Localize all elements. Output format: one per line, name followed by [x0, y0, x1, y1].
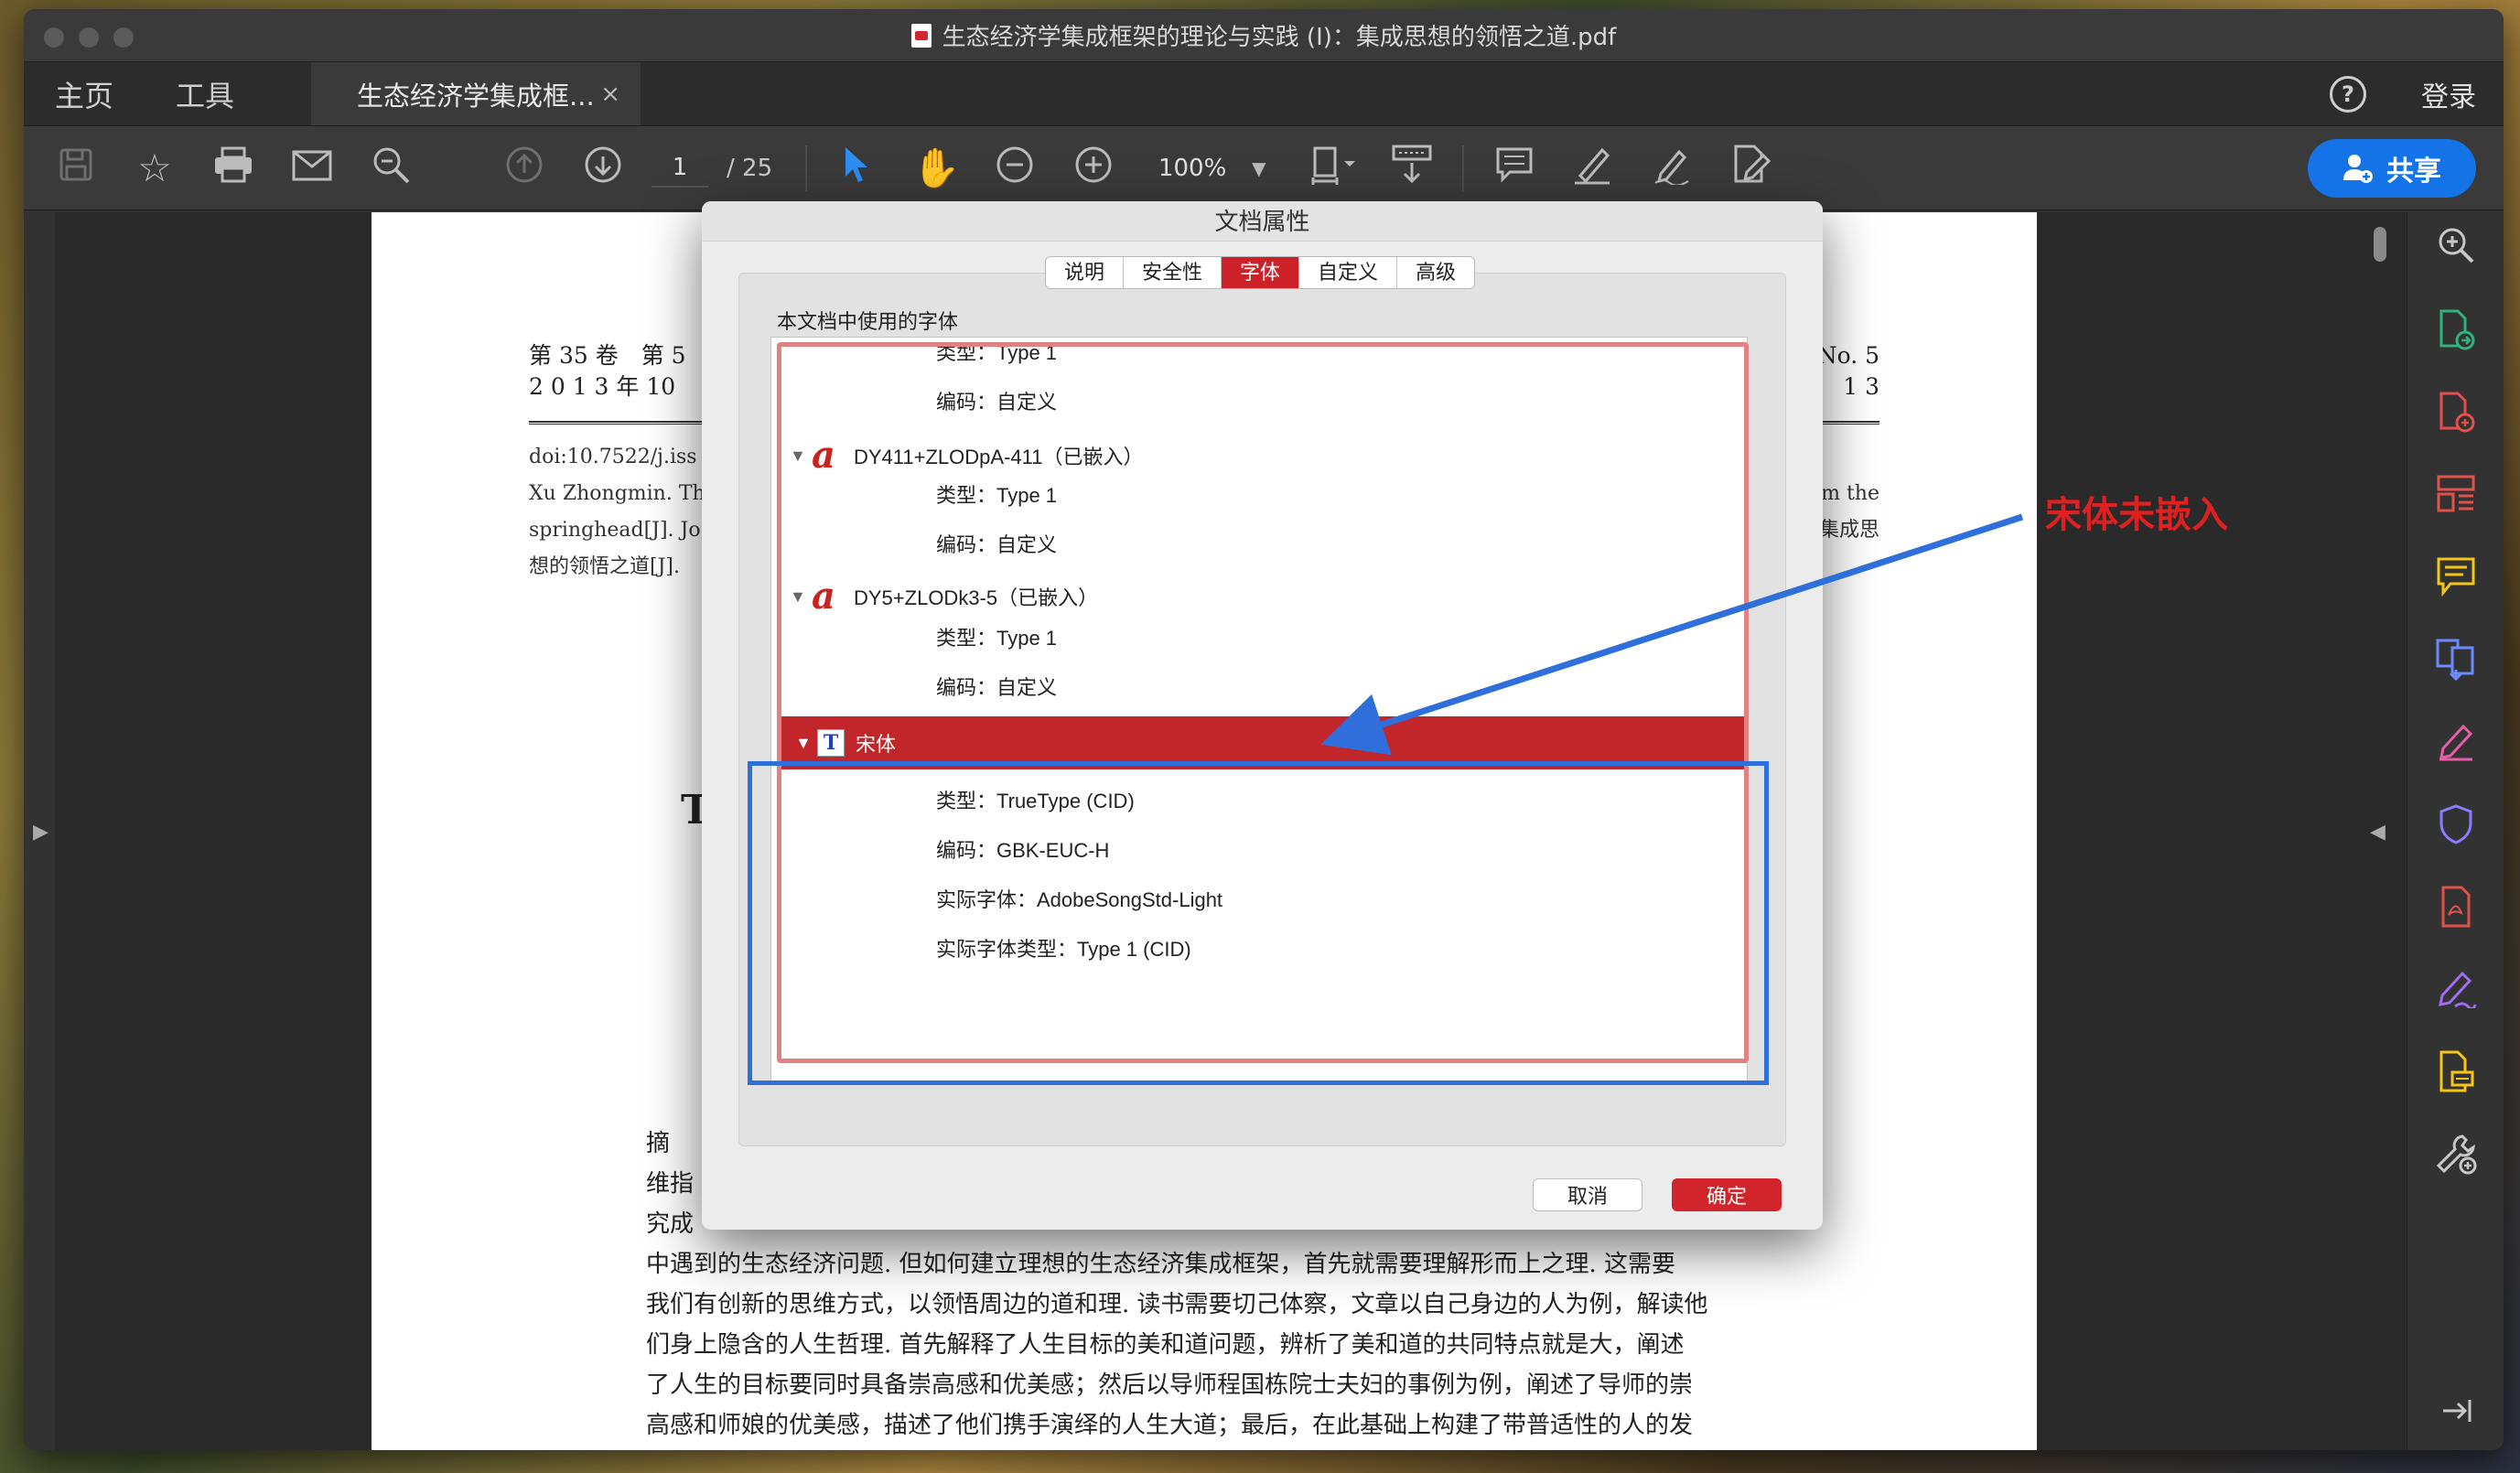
- comment-tool-icon[interactable]: [2435, 556, 2477, 598]
- window-controls: [44, 27, 134, 48]
- font-detail-row: 编码：GBK-EUC-H: [936, 839, 1110, 862]
- hand-tool-icon[interactable]: ✋: [897, 148, 975, 188]
- tab-fonts[interactable]: 字体: [1222, 257, 1300, 288]
- close-tab-icon[interactable]: ×: [600, 81, 620, 108]
- email-icon[interactable]: [273, 149, 351, 188]
- tab-bar-right: ? 登录: [2330, 62, 2476, 126]
- save-icon[interactable]: [37, 146, 115, 189]
- scroll-mode-icon[interactable]: [1373, 145, 1451, 191]
- font-name: DY411+ZLODpA-411（已嵌入）: [854, 446, 1144, 468]
- disclosure-triangle-icon[interactable]: ▼: [790, 446, 812, 466]
- font-list[interactable]: 类型：Type 1 编码：自定义 ▼ a DY411+ZLODpA-411（已嵌…: [770, 337, 1748, 1082]
- minimize-window-button[interactable]: [79, 27, 99, 48]
- left-panel-rail: ▶: [24, 212, 55, 1450]
- collapse-tools-icon[interactable]: [2435, 1392, 2477, 1435]
- zoom-out-icon[interactable]: [975, 145, 1054, 190]
- page-fit-icon[interactable]: [1294, 145, 1373, 191]
- collapse-right-panel-icon[interactable]: ◀: [2370, 821, 2385, 844]
- next-page-icon[interactable]: [564, 145, 642, 190]
- bookmark-star-icon[interactable]: ☆: [115, 148, 194, 188]
- zoom-window-button[interactable]: [113, 27, 134, 48]
- zoom-in-icon[interactable]: [1054, 145, 1133, 190]
- toolbar-divider: [1461, 145, 1464, 191]
- disclosure-triangle-icon[interactable]: ▼: [795, 734, 817, 753]
- previous-page-icon[interactable]: [485, 145, 564, 190]
- zoom-dropdown-icon[interactable]: ▼: [1252, 157, 1265, 179]
- comment-icon[interactable]: [1475, 146, 1554, 189]
- add-user-icon: [2343, 155, 2373, 183]
- vertical-scrollbar[interactable]: ◀: [2357, 212, 2407, 1450]
- search-icon[interactable]: [351, 145, 430, 190]
- truetype-font-icon: T: [817, 729, 845, 757]
- tab-document-label: 生态经济学集成框...: [357, 80, 595, 112]
- font-name: DY5+ZLODk3-5（已嵌入）: [854, 586, 1099, 609]
- page-total: / 25: [727, 154, 773, 182]
- create-pdf-icon[interactable]: [2435, 392, 2477, 434]
- font-detail-row: 编码：自定义: [936, 391, 1058, 414]
- organize-pages-icon[interactable]: [2435, 474, 2477, 516]
- export-pdf-icon[interactable]: [2435, 309, 2477, 351]
- dialog-title: 文档属性: [702, 201, 1823, 242]
- close-window-button[interactable]: [44, 27, 64, 48]
- type1-font-icon: a: [812, 575, 835, 618]
- window-title-text: 生态经济学集成框架的理论与实践 (I)：集成思想的领悟之道.pdf: [942, 24, 1617, 51]
- toolbar-divider: [805, 145, 808, 191]
- pdf-document-icon[interactable]: [2435, 886, 2477, 928]
- ok-button[interactable]: 确定: [1672, 1178, 1782, 1211]
- fonts-section-label: 本文档中使用的字体: [777, 310, 959, 333]
- font-detail-row: 实际字体：AdobeSongStd-Light: [936, 888, 1223, 911]
- tab-document[interactable]: 生态经济学集成框... ×: [311, 62, 641, 125]
- more-tools-icon[interactable]: [2435, 1133, 2477, 1175]
- tab-home[interactable]: 主页: [24, 62, 145, 125]
- page-header-left: 第 35 卷 第 5 2 0 1 3 年 10: [529, 342, 686, 400]
- citation-block: doi:10.7522/j.iss Xu Zhongmin. Th spring…: [529, 446, 705, 578]
- tab-security[interactable]: 安全性: [1124, 257, 1222, 288]
- font-detail-row: 实际字体类型：Type 1 (CID): [936, 938, 1191, 961]
- font-detail-row: 类型：Type 1: [936, 341, 1058, 364]
- toolbar: ☆ 1 / 25 ✋ 100% ▼ 共享: [24, 126, 2504, 210]
- citation-block-right: m the 集成思: [1818, 482, 1879, 542]
- font-detail-row: 类型：Type 1: [936, 484, 1058, 507]
- share-button[interactable]: 共享: [2308, 139, 2476, 198]
- page-header-right: No. 5 1 3: [1816, 342, 1879, 400]
- right-tools-rail: [2407, 212, 2504, 1450]
- expand-left-panel-icon[interactable]: ▶: [33, 821, 48, 844]
- tab-description[interactable]: 说明: [1046, 257, 1125, 288]
- window-title: 生态经济学集成框架的理论与实践 (I)：集成思想的领悟之道.pdf: [910, 18, 1617, 52]
- font-name: 宋体: [856, 733, 897, 756]
- help-icon[interactable]: ?: [2330, 76, 2366, 113]
- tab-advanced[interactable]: 高级: [1397, 257, 1474, 288]
- scrollbar-thumb[interactable]: [2374, 227, 2386, 262]
- select-cursor-icon[interactable]: [818, 145, 897, 190]
- font-detail-row: 类型：Type 1: [936, 627, 1058, 650]
- zoom-search-icon[interactable]: [2435, 225, 2477, 267]
- tab-tools[interactable]: 工具: [145, 62, 265, 125]
- request-signature-icon[interactable]: [2435, 968, 2477, 1011]
- fill-sign-icon[interactable]: [2435, 721, 2477, 763]
- tab-bar: 主页 工具 生态经济学集成框... × ? 登录: [24, 62, 2504, 126]
- title-bar: 生态经济学集成框架的理论与实践 (I)：集成思想的领悟之道.pdf: [24, 9, 2504, 62]
- cancel-button[interactable]: 取消: [1533, 1178, 1642, 1211]
- font-detail-row: 编码：自定义: [936, 533, 1058, 556]
- login-button[interactable]: 登录: [2421, 74, 2476, 114]
- annotation-label: 宋体未嵌入: [2045, 494, 2228, 536]
- edit-pdf-icon[interactable]: [1711, 145, 1790, 191]
- share-label: 共享: [2386, 156, 2441, 188]
- dialog-tabs: 说明 安全性 字体 自定义 高级: [1045, 256, 1476, 289]
- protect-shield-icon[interactable]: [2435, 803, 2477, 845]
- print-icon[interactable]: [194, 146, 273, 189]
- zoom-level[interactable]: 100%: [1133, 155, 1252, 182]
- sign-icon[interactable]: [1632, 145, 1711, 191]
- send-for-comments-icon[interactable]: [2435, 1050, 2477, 1092]
- font-entry-row-selected[interactable]: ▼ T 宋体: [777, 716, 1745, 769]
- document-properties-dialog: 文档属性 说明 安全性 字体 自定义 高级 本文档中使用的字体 类型：Type …: [702, 201, 1823, 1230]
- combine-files-icon[interactable]: [2435, 639, 2477, 682]
- font-detail-row: 类型：TrueType (CID): [936, 790, 1135, 812]
- highlight-pen-icon[interactable]: [1554, 145, 1632, 191]
- pdf-file-icon: [910, 23, 932, 48]
- page-number-input[interactable]: 1: [652, 149, 708, 188]
- tab-custom[interactable]: 自定义: [1299, 257, 1398, 288]
- disclosure-triangle-icon[interactable]: ▼: [790, 587, 812, 607]
- font-detail-row: 编码：自定义: [936, 676, 1058, 699]
